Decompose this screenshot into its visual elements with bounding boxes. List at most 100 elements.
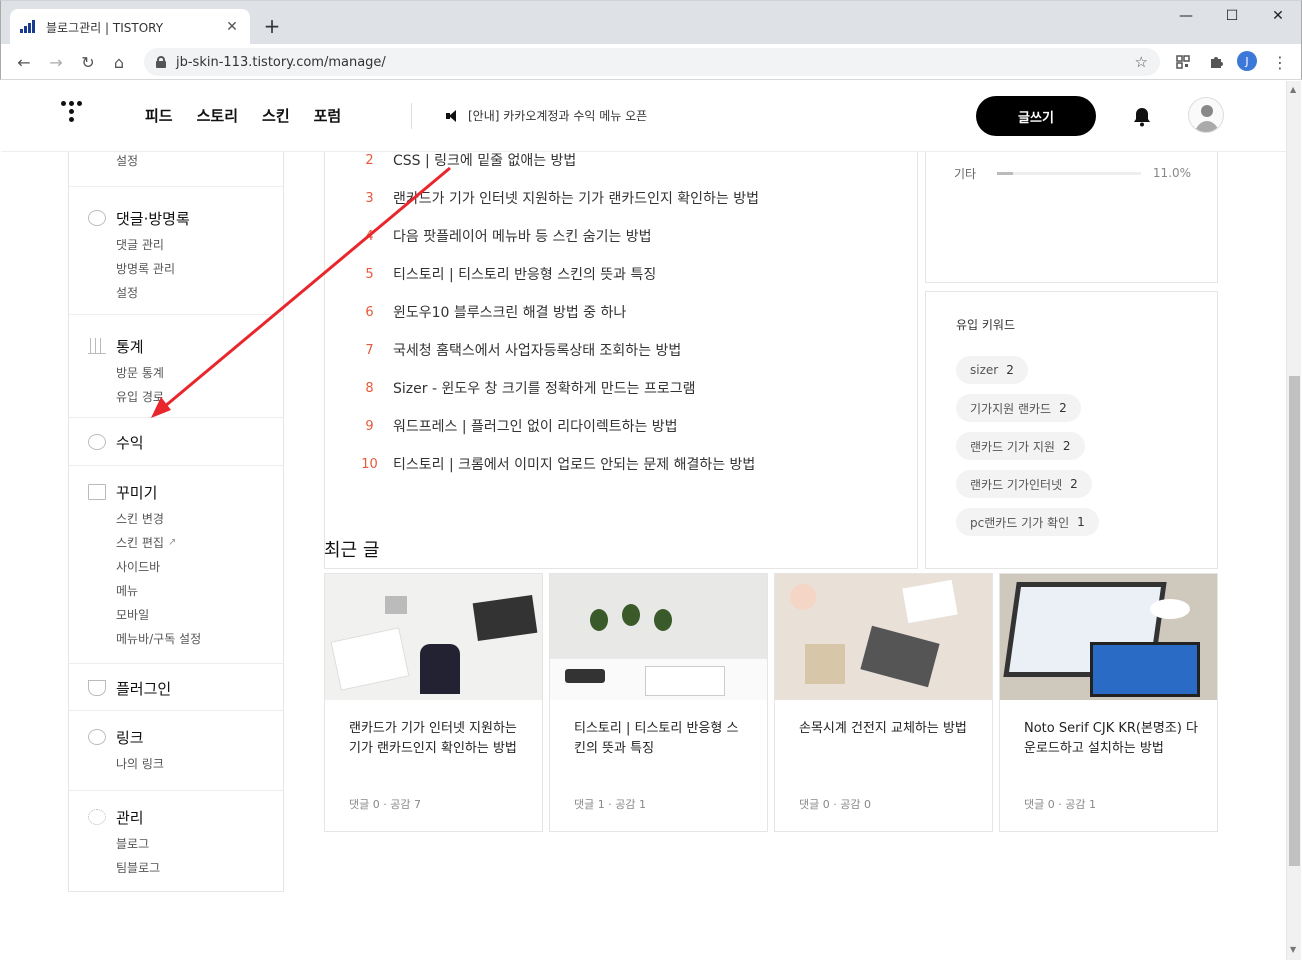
sidebar-item-guestbook-manage[interactable]: 방명록 관리 [116,257,283,281]
sidebar-item-menubar-settings[interactable]: 메뉴바/구독 설정 [116,627,283,651]
sidebar-group-plugin: 플러그인 [69,664,283,711]
sidebar-head-comments[interactable]: 댓글·방명록 [88,207,283,229]
keyword-text: 기가지원 랜카드 [970,401,1052,416]
bookmark-star-icon[interactable]: ☆ [1135,53,1148,71]
popular-post-item[interactable]: 3 랜카드가 기가 인터넷 지원하는 기가 랜카드인지 확인하는 방법 [358,179,759,217]
sidebar-item-my-links[interactable]: 나의 링크 [116,752,283,776]
sidebar-item-settings[interactable]: 설정 [116,149,138,173]
tab-close-icon[interactable]: ✕ [224,19,240,35]
forward-button[interactable]: → [44,50,68,74]
sidebar-item-inflow-path[interactable]: 유입 경로 [116,385,283,409]
extensions-puzzle-icon[interactable] [1205,51,1227,73]
post-title[interactable]: 랜카드가 기가 인터넷 지원하는 기가 랜카드인지 확인하는 방법 [349,719,524,759]
sidebar-head-link[interactable]: 링크 [88,726,283,748]
minimize-button[interactable]: — [1163,1,1209,31]
sidebar-head-manage[interactable]: 관리 [88,806,283,828]
scroll-up-icon[interactable]: ▲ [1290,85,1296,94]
back-button[interactable]: ← [12,50,36,74]
recent-post-card[interactable]: 랜카드가 기가 인터넷 지원하는 기가 랜카드인지 확인하는 방법댓글 0 · … [324,573,543,832]
browser-menu-icon[interactable]: ⋮ [1269,51,1291,73]
rank-number: 6 [365,304,374,320]
recent-post-card[interactable]: Noto Serif CJK KR(본명조) 다운로드하고 설치하는 방법 댓글 … [999,573,1218,832]
user-avatar[interactable] [1188,97,1224,133]
layout-icon [88,484,106,500]
home-button[interactable]: ⌂ [107,50,131,74]
post-title[interactable]: Noto Serif CJK KR(본명조) 다운로드하고 설치하는 방법 [1024,719,1199,759]
restore-button[interactable]: ☐ [1209,1,1255,31]
inflow-keywords-card: 유입 키워드 sizer 2 기가지원 랜카드 2 랜카드 기가 지원 2 랜카드 기가인터… [925,291,1218,569]
browser-toolbar: ← → ↻ ⌂ jb-skin-113.tistory.com/manage/ … [0,44,1302,80]
reload-button[interactable]: ↻ [76,50,100,74]
sidebar-head-label: 수익 [116,433,144,452]
post-title[interactable]: 손목시계 건전지 교체하는 방법 [799,719,974,739]
profile-avatar[interactable]: J [1237,51,1257,71]
recent-posts-title: 최근 글 [324,540,380,561]
recent-post-card[interactable]: 티스토리 | 티스토리 반응형 스킨의 뜻과 특징댓글 1 · 공감 1 [549,573,768,832]
keyword-count: 1 [1077,515,1085,529]
post-thumbnail[interactable] [550,574,767,700]
address-bar[interactable]: jb-skin-113.tistory.com/manage/ ☆ [144,48,1160,76]
sidebar-head-plugin[interactable]: 플러그인 [88,677,283,699]
nav-forum[interactable]: 포럼 [314,105,342,126]
new-tab-button[interactable]: + [262,14,282,38]
scroll-down-icon[interactable]: ▼ [1290,945,1296,954]
keyword-chip[interactable]: 기가지원 랜카드 2 [956,394,1081,422]
sidebar-item-skin-edit[interactable]: 스킨 편집 ↗ [116,531,283,555]
inflow-label: 기타 [954,166,977,181]
sidebar-group-revenue: 수익 [69,418,283,466]
popular-post-item[interactable]: 8 Sizer - 윈도우 창 크기를 정확하게 만드는 프로그램 [358,369,759,407]
keyword-chip[interactable]: 랜카드 기가 지원 2 [956,432,1085,460]
sidebar-item-menu[interactable]: 메뉴 [116,579,283,603]
popular-post-title: 티스토리 | 크롬에서 이미지 업로드 안되는 문제 해결하는 방법 [393,457,756,473]
sidebar-item-team-blog[interactable]: 팀블로그 [116,856,283,880]
sidebar-item-blog[interactable]: 블로그 [116,832,283,856]
external-link-icon: ↗ [167,537,177,548]
write-post-button[interactable]: 글쓰기 [976,96,1096,136]
sidebar-item-comment-settings[interactable]: 설정 [116,281,283,305]
sidebar-head-revenue[interactable]: 수익 [88,431,283,453]
bell-icon[interactable] [1133,107,1151,127]
post-meta: 댓글 0 · 공감 7 [349,798,421,811]
keyword-count: 2 [1070,477,1078,491]
post-thumbnail[interactable] [1000,574,1217,700]
sidebar-head-label: 꾸미기 [116,483,158,502]
post-thumbnail[interactable] [325,574,542,700]
nav-skin[interactable]: 스킨 [262,105,290,126]
qr-code-icon[interactable] [1172,51,1194,73]
tistory-logo-icon[interactable] [61,101,87,129]
sidebar-head-stats[interactable]: 통계 [88,335,283,357]
page-viewport: 설정 댓글·방명록 댓글 관리 방명록 관리 설정 통계 방문 통계 유입 경로 [1,81,1286,960]
sidebar-item-mobile[interactable]: 모바일 [116,603,283,627]
notice-text: [안내] 카카오계정과 수익 메뉴 오픈 [468,109,648,123]
nav-feed[interactable]: 피드 [145,105,173,126]
sidebar-head-label: 링크 [116,728,144,747]
keyword-chip[interactable]: 랜카드 기가인터넷 2 [956,470,1092,498]
browser-tab[interactable]: 블로그관리 | TISTORY ✕ [10,9,250,45]
sidebar-head-decorate[interactable]: 꾸미기 [88,481,283,503]
popular-posts-list: 1Noto Serif CJK KR(본명조) 다운로드하고 설치하는 방법2C… [358,103,759,483]
post-thumbnail[interactable] [775,574,992,700]
post-title[interactable]: 티스토리 | 티스토리 반응형 스킨의 뜻과 특징 [574,719,749,759]
popular-post-item[interactable]: 9 워드프레스 | 플러그인 없이 리다이렉트하는 방법 [358,407,759,445]
popular-post-item[interactable]: 6 윈도우10 블루스크린 해결 방법 중 하나 [358,293,759,331]
sidebar-item-visit-stats[interactable]: 방문 통계 [116,361,283,385]
global-nav: 피드 스토리 스킨 포럼 [145,105,341,126]
window-close-button[interactable]: ✕ [1255,1,1301,31]
popular-post-item[interactable]: 5 티스토리 | 티스토리 반응형 스킨의 뜻과 특징 [358,255,759,293]
popular-post-item[interactable]: 7 국세청 홈택스에서 사업자등록상태 조회하는 방법 [358,331,759,369]
sidebar-item-sidebar[interactable]: 사이드바 [116,555,283,579]
recent-post-card[interactable]: 손목시계 건전지 교체하는 방법 댓글 0 · 공감 0 [774,573,993,832]
popular-post-item[interactable]: 10 티스토리 | 크롬에서 이미지 업로드 안되는 문제 해결하는 방법 [358,445,759,483]
sidebar-item-skin-change[interactable]: 스킨 변경 [116,507,283,531]
page-scrollbar[interactable]: ▲ ▼ [1286,81,1301,960]
sidebar-item-comment-manage[interactable]: 댓글 관리 [116,233,283,257]
nav-story[interactable]: 스토리 [197,105,238,126]
sidebar-group-link: 링크 나의 링크 [69,711,283,791]
scrollbar-thumb[interactable] [1289,376,1300,866]
keyword-chip[interactable]: sizer 2 [956,356,1028,384]
post-meta: 댓글 1 · 공감 1 [574,798,646,811]
notice-banner[interactable]: [안내] 카카오계정과 수익 메뉴 오픈 [446,107,647,124]
popular-post-item[interactable]: 4 다음 팟플레이어 메뉴바 등 스킨 숨기는 방법 [358,217,759,255]
inflow-bar-fill [997,171,1013,175]
keyword-chip[interactable]: pc랜카드 기가 확인 1 [956,508,1099,536]
